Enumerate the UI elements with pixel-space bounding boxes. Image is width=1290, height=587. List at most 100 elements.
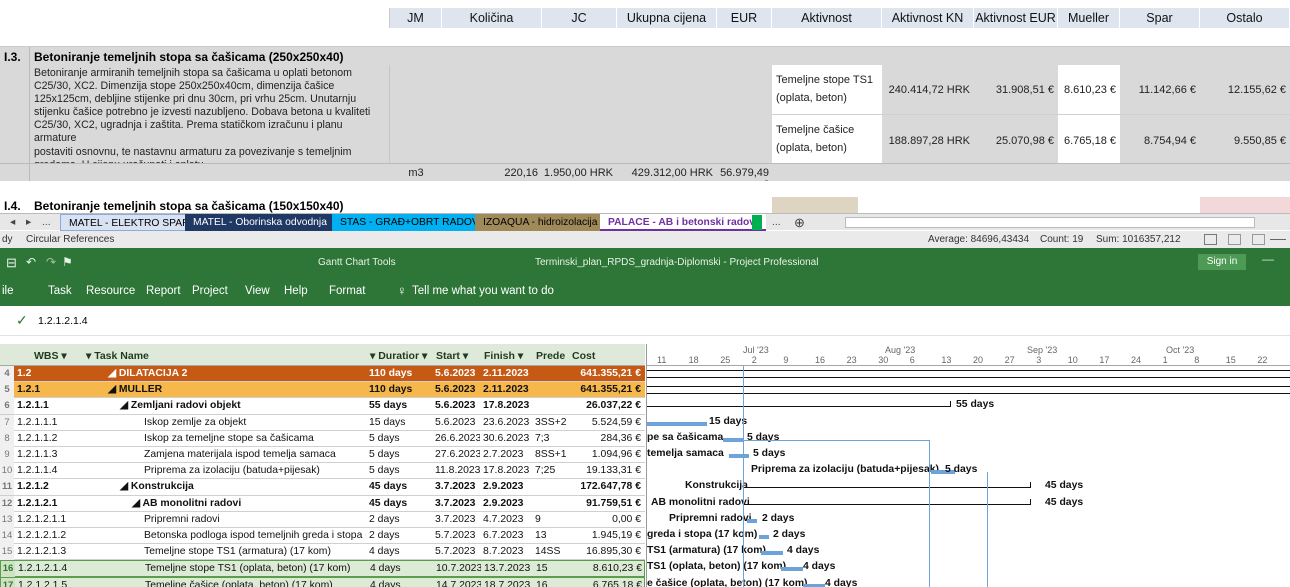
cell-cost[interactable]: 5.524,59 € [568,415,644,431]
header-predecessors[interactable]: Prede ▾ [532,344,568,366]
cell-wbs[interactable]: 1.2.1.2.1.3 [14,544,82,560]
col-jc[interactable]: JC [542,8,617,28]
cell-cost[interactable]: 284,36 € [568,431,644,447]
cell-wbs[interactable]: 1.2.1.1.4 [14,463,82,479]
cell-predecessors[interactable]: 9 [532,512,568,528]
cell-task-name[interactable]: Pripremni radovi [82,512,366,528]
row-number[interactable]: 6 [0,398,14,415]
summary-end[interactable] [1030,498,1031,505]
cell-duration[interactable]: 4 days [367,578,433,587]
cell-finish[interactable]: 30.6.2023 [480,431,532,447]
cell-wbs[interactable]: 1.2.1.2.1.2 [14,528,82,544]
cell-wbs[interactable]: 1.2.1.2.1.4 [15,561,83,577]
cell-start[interactable]: 3.7.2023 [432,512,480,528]
cell-finish[interactable]: 2.9.2023 [480,479,532,495]
save-icon[interactable]: ⊟ [6,255,17,271]
cell-task-name[interactable]: ◢ MULLER [82,382,366,398]
horizontal-scrollbar[interactable] [845,217,1255,228]
col-aktivnost-eur[interactable]: Aktivnost EUR [974,8,1058,28]
col-aktivnost-kn[interactable]: Aktivnost KN [882,8,974,28]
quick-access-icon[interactable]: ⚑ [62,255,73,269]
tab-view[interactable]: View [245,285,270,297]
cell-predecessors[interactable] [532,366,568,382]
cell-task-name[interactable]: Iskop zemlje za objekt [82,415,366,431]
tab-project[interactable]: Project [192,285,228,297]
cell-task-name[interactable]: Temeljne čašice (oplata, beton) (17 kom) [83,578,367,587]
task-bar[interactable] [781,567,803,572]
tab-report[interactable]: Report [146,285,181,297]
entry-field[interactable]: 1.2.1.2.1.4 [38,315,88,327]
cell-cost[interactable]: 19.133,31 € [568,463,644,479]
cell-duration[interactable]: 4 days [367,561,433,577]
row-number[interactable]: 5 [0,382,14,399]
task-bar[interactable] [723,437,743,442]
redo-icon[interactable]: ↷ [46,255,56,269]
cell-duration[interactable]: 55 days [366,398,432,414]
dependency-link[interactable] [743,439,929,441]
cell-start[interactable]: 5.6.2023 [432,382,480,398]
status-circular-references[interactable]: Circular References [26,231,114,248]
col-kolicina[interactable]: Količina [442,8,542,28]
cell-start[interactable]: 26.6.2023 [432,431,480,447]
cell-cost[interactable]: 0,00 € [568,512,644,528]
minimize-icon[interactable]: — [1262,252,1274,266]
cell-start[interactable]: 3.7.2023 [432,496,480,512]
row-number[interactable]: 17 [1,577,15,587]
header-task-name[interactable]: ▾ Task Name [82,344,380,366]
page-break-icon[interactable] [1252,234,1265,245]
table-row[interactable]: 15 1.2.1.2.1.3 Temeljne stope TS1 (armatur… [0,544,645,561]
cell-predecessors[interactable] [532,496,568,512]
sign-in-button[interactable]: Sign in [1198,254,1246,270]
cell-predecessors[interactable]: 7;25 [532,463,568,479]
task-bar[interactable] [747,518,757,523]
cell-wbs[interactable]: 1.2.1.2.1.1 [14,512,82,528]
more-tabs[interactable]: ... [764,214,789,231]
cell-start[interactable]: 5.7.2023 [432,544,480,560]
cell-cost[interactable]: 1.945,19 € [568,528,644,544]
cell-start[interactable]: 10.7.2023 [433,561,481,577]
col-spar[interactable]: Spar [1120,8,1200,28]
table-row[interactable]: 7 1.2.1.1.1 Iskop zemlje za objekt 15 days 5… [0,414,645,431]
task-bar[interactable] [647,421,707,426]
table-row[interactable]: 10 1.2.1.1.4 Priprema za izolaciju (batuda… [0,463,645,480]
header-wbs[interactable]: WBS ▾ [30,344,82,366]
cell-task-name[interactable]: Iskop za temeljne stope sa čašicama [82,431,366,447]
cell-task-name[interactable]: ◢ AB monolitni radovi [82,496,366,512]
tab-format[interactable]: Format [329,285,365,297]
cell-predecessors[interactable]: 8SS+1 da [532,447,568,463]
cell-task-name[interactable]: Zamjena materijala ispod temelja samaca [82,447,366,463]
cell-finish[interactable]: 2.11.2023 [480,366,532,382]
cell-wbs[interactable]: 1.2.1.1 [14,398,82,414]
sheet-tab-color-chip[interactable] [752,215,762,230]
row-number[interactable]: 10 [0,463,14,480]
undo-icon[interactable]: ↶ [26,255,36,269]
cell-predecessors[interactable] [532,382,568,398]
cell-task-name[interactable]: Temeljne stope TS1 (oplata, beton) (17 k… [83,561,367,577]
header-finish[interactable]: Finish ▾ [480,344,532,366]
col-jm[interactable]: JM [390,8,442,28]
col-ostalo[interactable]: Ostalo [1200,8,1290,28]
task-bar[interactable] [759,535,769,539]
task-bar[interactable] [761,551,783,556]
row-number[interactable]: 7 [0,414,14,431]
cell-finish[interactable]: 6.7.2023 [480,528,532,544]
table-row[interactable]: 16 1.2.1.2.1.4 Temeljne stope TS1 (oplata,… [0,560,645,578]
row-number[interactable]: 14 [0,528,14,544]
row-number[interactable]: 9 [0,447,14,463]
sheet-tab-izoaqua[interactable]: IZOAQUA - hidroizolacija [475,214,606,231]
cell-duration[interactable]: 4 days [366,544,432,560]
cell-cost[interactable]: 641.355,21 € [568,366,644,382]
cell-finish[interactable]: 8.7.2023 [480,544,532,560]
col-aktivnost[interactable]: Aktivnost [772,8,882,28]
cell-predecessors[interactable] [532,479,568,495]
tab-nav-more[interactable]: ... [38,214,55,231]
col-eur[interactable]: EUR [717,8,772,28]
cell-start[interactable]: 14.7.2023 [433,578,481,587]
cell-finish[interactable]: 23.6.2023 [480,415,532,431]
col-mueller[interactable]: Mueller [1058,8,1120,28]
cell-task-name[interactable]: Temeljne stope TS1 (armatura) (17 kom) [82,544,366,560]
cell-cost[interactable]: 16.895,30 € [568,544,644,560]
cell-cost[interactable]: 172.647,78 € [568,479,644,495]
cell-cost[interactable]: 641.355,21 € [568,382,644,398]
cell-wbs[interactable]: 1.2.1.2.1 [14,496,82,512]
